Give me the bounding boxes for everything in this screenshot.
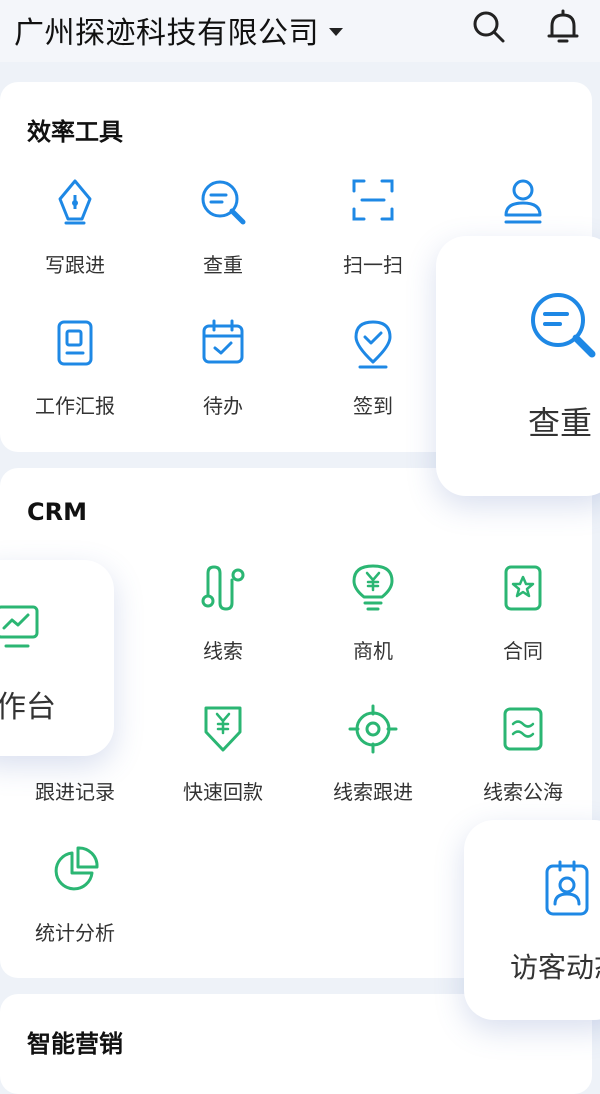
target-icon bbox=[348, 704, 398, 754]
todo-item[interactable]: 待办 bbox=[148, 318, 298, 438]
section-title: 智能营销 bbox=[27, 1030, 123, 1058]
location-check-icon bbox=[354, 320, 392, 369]
item-label: 线索 bbox=[203, 639, 243, 663]
company-name: 广州探迹科技有限公司 bbox=[14, 16, 319, 51]
report-icon bbox=[57, 320, 93, 366]
person-stamp-icon bbox=[504, 179, 542, 224]
item-label: 工作汇报 bbox=[35, 394, 115, 418]
payment-down-icon bbox=[204, 706, 242, 752]
contract-item[interactable]: 合同 bbox=[448, 563, 598, 683]
statistics-item[interactable]: 统计分析 bbox=[0, 845, 150, 965]
work-report-item[interactable]: 工作汇报 bbox=[0, 318, 150, 438]
visitor-dynamics-zoom-tile[interactable]: 访客动态 bbox=[464, 820, 600, 1020]
wave-card-icon bbox=[503, 707, 543, 751]
item-label: 快速回款 bbox=[183, 780, 263, 804]
item-label: 待办 bbox=[203, 394, 243, 418]
search-doc-icon bbox=[201, 180, 246, 225]
item-label: 线索公海 bbox=[483, 780, 563, 804]
bulb-yen-icon bbox=[352, 564, 394, 611]
bell-icon[interactable] bbox=[544, 8, 582, 46]
quick-payment-item[interactable]: 快速回款 bbox=[148, 704, 298, 824]
item-label: 查重 bbox=[203, 253, 243, 277]
item-label: 签到 bbox=[353, 394, 393, 418]
lead-pool-item[interactable]: 线索公海 bbox=[448, 704, 598, 824]
item-label: 商机 bbox=[353, 639, 393, 663]
top-header: 广州探迹科技有限公司 bbox=[0, 0, 600, 62]
caret-down-icon bbox=[329, 28, 343, 36]
tile-label: 访客动态 bbox=[510, 951, 600, 984]
duplicate-check-item[interactable]: 查重 bbox=[148, 177, 298, 297]
workbench-zoom-tile[interactable]: 作台 bbox=[0, 560, 114, 756]
item-label: 跟进记录 bbox=[35, 780, 115, 804]
section-title: 效率工具 bbox=[27, 118, 123, 146]
lead-followup-item[interactable]: 线索跟进 bbox=[298, 704, 448, 824]
tile-label: 查重 bbox=[528, 404, 593, 442]
calendar-check-icon bbox=[202, 319, 244, 364]
path-icon bbox=[201, 565, 245, 611]
visitor-card-icon bbox=[545, 860, 589, 916]
leads-item[interactable]: 线索 bbox=[148, 563, 298, 683]
monitor-chart-icon bbox=[0, 605, 39, 648]
company-selector[interactable]: 广州探迹科技有限公司 bbox=[14, 8, 343, 52]
search-doc-icon bbox=[531, 293, 596, 358]
write-followup-item[interactable]: 写跟进 bbox=[0, 177, 150, 297]
search-icon[interactable] bbox=[470, 8, 508, 46]
contract-icon bbox=[504, 565, 542, 611]
tile-label: 作台 bbox=[0, 690, 56, 725]
opportunity-item[interactable]: 商机 bbox=[298, 563, 448, 683]
scan-icon bbox=[352, 179, 394, 221]
item-label: 合同 bbox=[503, 639, 543, 663]
item-label: 扫一扫 bbox=[343, 253, 403, 277]
check-in-item[interactable]: 签到 bbox=[298, 318, 448, 438]
scan-item[interactable]: 扫一扫 bbox=[298, 177, 448, 297]
duplicate-check-zoom-tile[interactable]: 查重 bbox=[436, 236, 600, 496]
pie-chart-icon bbox=[54, 846, 99, 891]
section-title: CRM bbox=[27, 498, 87, 526]
item-label: 统计分析 bbox=[35, 921, 115, 945]
item-label: 写跟进 bbox=[45, 253, 105, 277]
item-label: 线索跟进 bbox=[333, 780, 413, 804]
pen-nib-icon bbox=[58, 179, 92, 225]
